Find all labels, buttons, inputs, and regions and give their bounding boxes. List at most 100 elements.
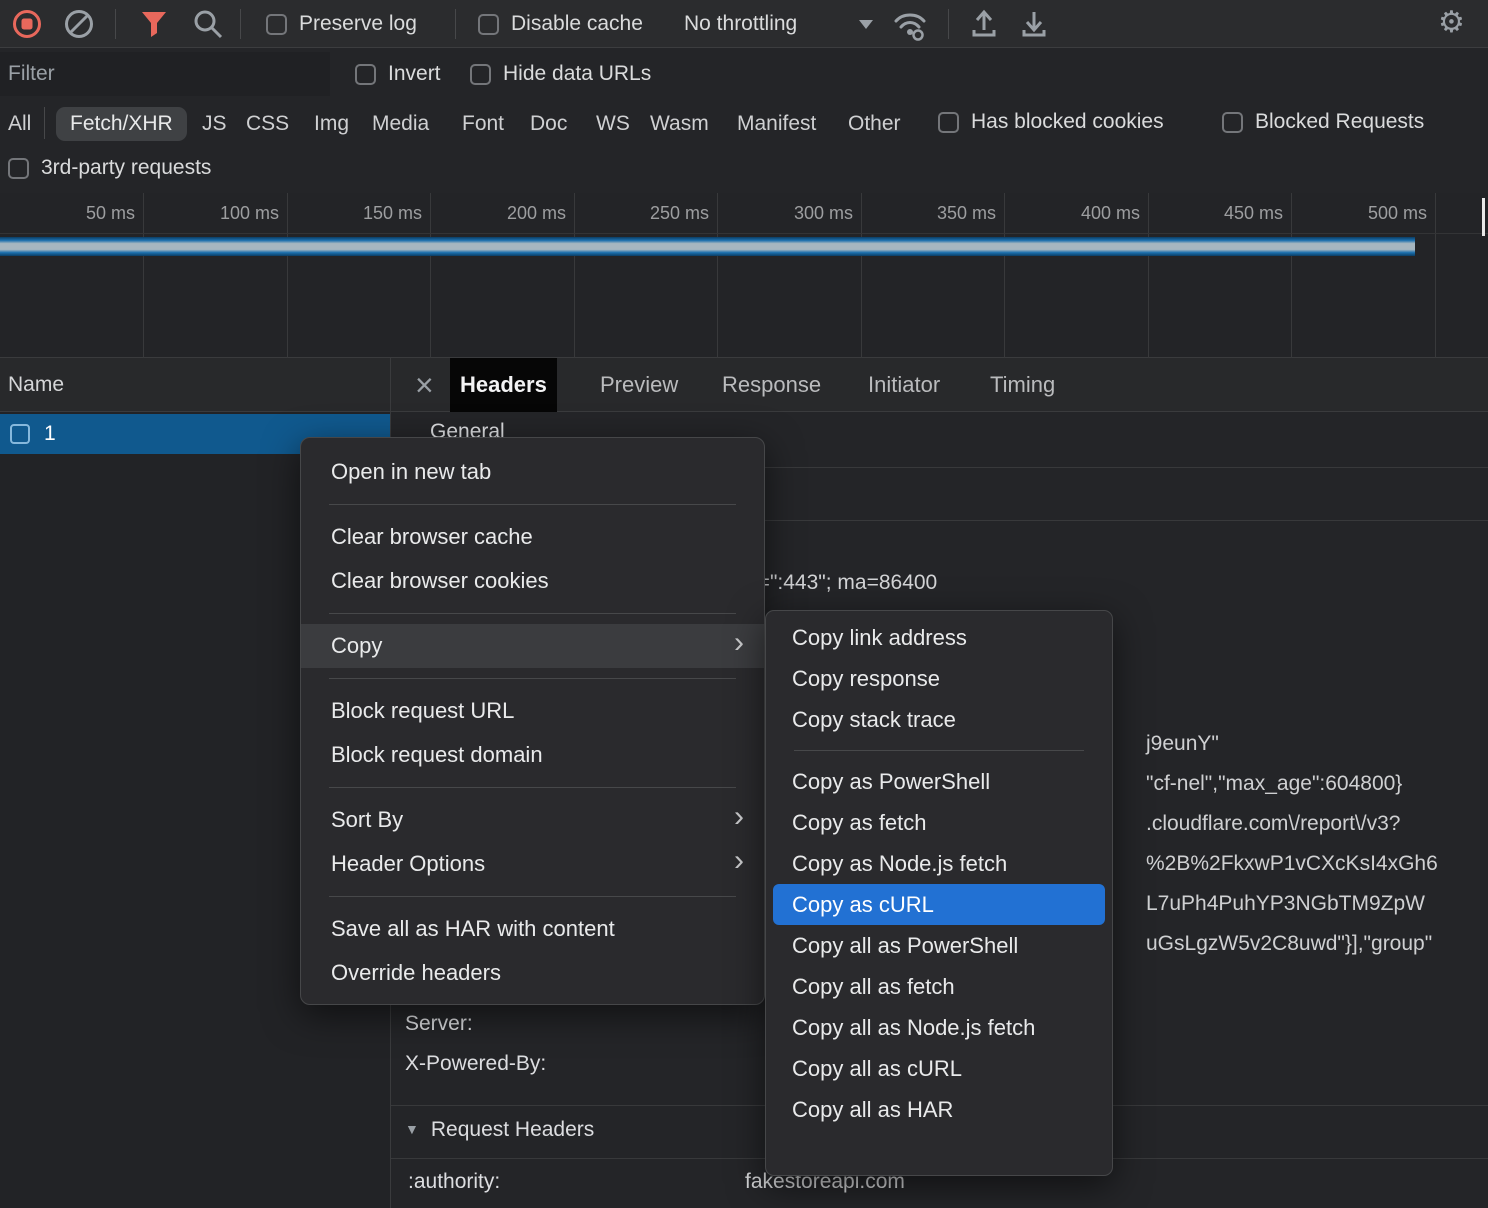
hide-data-urls-label: Hide data URLs [503, 62, 651, 86]
toolbar-divider [115, 9, 116, 39]
has-blocked-cookies-checkbox[interactable] [938, 112, 959, 133]
submenu-copy-all-as-har[interactable]: Copy all as HAR [766, 1089, 1112, 1130]
menu-clear-browser-cookies[interactable]: Clear browser cookies [301, 559, 764, 603]
authority-header-label: :authority: [408, 1170, 500, 1194]
hide-data-urls-toggle[interactable]: Hide data URLs [470, 62, 651, 86]
timeline-gridline [861, 193, 862, 358]
type-filter-ws[interactable]: WS [596, 107, 630, 141]
header-value-fragment: uGsLgzW5v2C8uwd"}],"group" [1146, 932, 1432, 956]
invert-checkbox[interactable] [355, 64, 376, 85]
close-icon[interactable]: × [415, 358, 434, 412]
resource-type-filters: All Fetch/XHR JS CSS Img Media Font Doc … [0, 99, 1488, 148]
menu-override-headers[interactable]: Override headers [301, 951, 764, 995]
submenu-copy-response[interactable]: Copy response [766, 658, 1112, 699]
tick-50ms: 50 ms [25, 203, 135, 224]
type-filter-all[interactable]: All [8, 107, 31, 141]
filter-icon[interactable] [140, 9, 168, 39]
type-filter-media[interactable]: Media [372, 107, 429, 141]
blocked-requests-checkbox[interactable] [1222, 112, 1243, 133]
search-icon[interactable] [192, 8, 224, 40]
third-party-label: 3rd-party requests [41, 156, 211, 180]
header-value-fragment: L7uPh4PuhYP3NGbTM9ZpW [1146, 892, 1425, 916]
submenu-copy-as-powershell[interactable]: Copy as PowerShell [766, 761, 1112, 802]
third-party-toggle[interactable]: 3rd-party requests [8, 156, 211, 180]
menu-separator [329, 896, 736, 897]
submenu-copy-as-nodejs-fetch[interactable]: Copy as Node.js fetch [766, 843, 1112, 884]
type-filter-css[interactable]: CSS [246, 107, 289, 141]
name-column-header[interactable]: Name [0, 358, 390, 412]
timeline-gridline [143, 193, 144, 358]
menu-sort-by[interactable]: Sort By › [301, 798, 764, 842]
menu-copy[interactable]: Copy › [301, 624, 764, 668]
disable-cache-checkbox[interactable] [478, 14, 499, 35]
preserve-log-checkbox[interactable] [266, 14, 287, 35]
submenu-copy-link-address[interactable]: Copy link address [766, 617, 1112, 658]
tab-timing[interactable]: Timing [980, 358, 1065, 412]
hide-data-urls-checkbox[interactable] [470, 64, 491, 85]
tab-headers[interactable]: Headers [450, 358, 557, 412]
filter-row: Invert Hide data URLs [0, 49, 1488, 99]
request-row-name: 1 [44, 422, 56, 446]
submenu-copy-all-as-nodejs-fetch[interactable]: Copy all as Node.js fetch [766, 1007, 1112, 1048]
menu-open-in-new-tab[interactable]: Open in new tab [301, 450, 764, 494]
devtools-network-panel: Preserve log Disable cache No throttling [0, 0, 1488, 1208]
filter-input[interactable] [0, 52, 330, 96]
x-powered-by-label: X-Powered-By: [405, 1052, 546, 1076]
request-row-checkbox[interactable] [10, 424, 30, 444]
server-header-label: Server: [405, 1012, 473, 1036]
type-filter-wasm[interactable]: Wasm [650, 107, 709, 141]
waterfall-overview-bar [0, 237, 1415, 256]
menu-block-request-domain[interactable]: Block request domain [301, 733, 764, 777]
submenu-copy-all-as-curl[interactable]: Copy all as cURL [766, 1048, 1112, 1089]
tab-preview[interactable]: Preview [590, 358, 688, 412]
triangle-down-icon: ▼ [405, 1121, 419, 1137]
menu-clear-browser-cache[interactable]: Clear browser cache [301, 515, 764, 559]
clear-icon[interactable] [64, 9, 94, 39]
type-filter-img[interactable]: Img [314, 107, 349, 141]
tab-response[interactable]: Response [712, 358, 831, 412]
record-stop-icon[interactable] [12, 9, 42, 39]
type-filter-other[interactable]: Other [848, 107, 901, 141]
third-party-checkbox[interactable] [8, 158, 29, 179]
disable-cache-toggle[interactable]: Disable cache [478, 12, 643, 36]
request-headers-section[interactable]: ▼Request Headers [405, 1118, 594, 1142]
import-har-icon[interactable] [968, 8, 1000, 40]
toolbar-divider [240, 9, 241, 39]
tick-100ms: 100 ms [169, 203, 279, 224]
type-filter-font[interactable]: Font [462, 107, 504, 141]
submenu-copy-all-as-fetch[interactable]: Copy all as fetch [766, 966, 1112, 1007]
menu-header-options[interactable]: Header Options › [301, 842, 764, 886]
timeline-gridline [574, 193, 575, 358]
header-value-fragment: .cloudflare.com\/report\/v3? [1146, 812, 1400, 836]
timeline-gridline [430, 193, 431, 358]
type-filter-manifest[interactable]: Manifest [737, 107, 816, 141]
submenu-copy-as-curl[interactable]: Copy as cURL [773, 884, 1105, 925]
submenu-copy-stack-trace[interactable]: Copy stack trace [766, 699, 1112, 740]
type-filter-doc[interactable]: Doc [530, 107, 567, 141]
menu-separator [329, 613, 736, 614]
preserve-log-toggle[interactable]: Preserve log [266, 12, 417, 36]
blocked-requests-toggle[interactable]: Blocked Requests [1222, 110, 1424, 134]
network-conditions-icon[interactable] [892, 9, 928, 41]
tick-150ms: 150 ms [312, 203, 422, 224]
menu-separator [794, 750, 1084, 751]
ruler-edge [0, 233, 1488, 234]
tab-initiator[interactable]: Initiator [858, 358, 950, 412]
preserve-log-label: Preserve log [299, 12, 417, 36]
menu-block-request-url[interactable]: Block request URL [301, 689, 764, 733]
timeline-gridline [1291, 193, 1292, 358]
type-filter-js[interactable]: JS [202, 107, 227, 141]
timeline-scrollbar-handle[interactable] [1482, 198, 1485, 236]
type-filter-fetch-xhr[interactable]: Fetch/XHR [56, 107, 187, 141]
timeline-gridline [1435, 193, 1436, 358]
settings-gear-icon[interactable]: ⚙ [1438, 8, 1465, 38]
timeline-overview[interactable]: 50 ms 100 ms 150 ms 200 ms 250 ms 300 ms… [0, 193, 1488, 358]
export-har-icon[interactable] [1018, 8, 1050, 40]
submenu-copy-as-fetch[interactable]: Copy as fetch [766, 802, 1112, 843]
invert-toggle[interactable]: Invert [355, 62, 441, 86]
context-menu: Open in new tab Clear browser cache Clea… [300, 437, 765, 1005]
has-blocked-cookies-toggle[interactable]: Has blocked cookies [938, 110, 1164, 134]
throttling-select[interactable]: No throttling [684, 12, 873, 36]
menu-save-all-as-har[interactable]: Save all as HAR with content [301, 907, 764, 951]
submenu-copy-all-as-powershell[interactable]: Copy all as PowerShell [766, 925, 1112, 966]
